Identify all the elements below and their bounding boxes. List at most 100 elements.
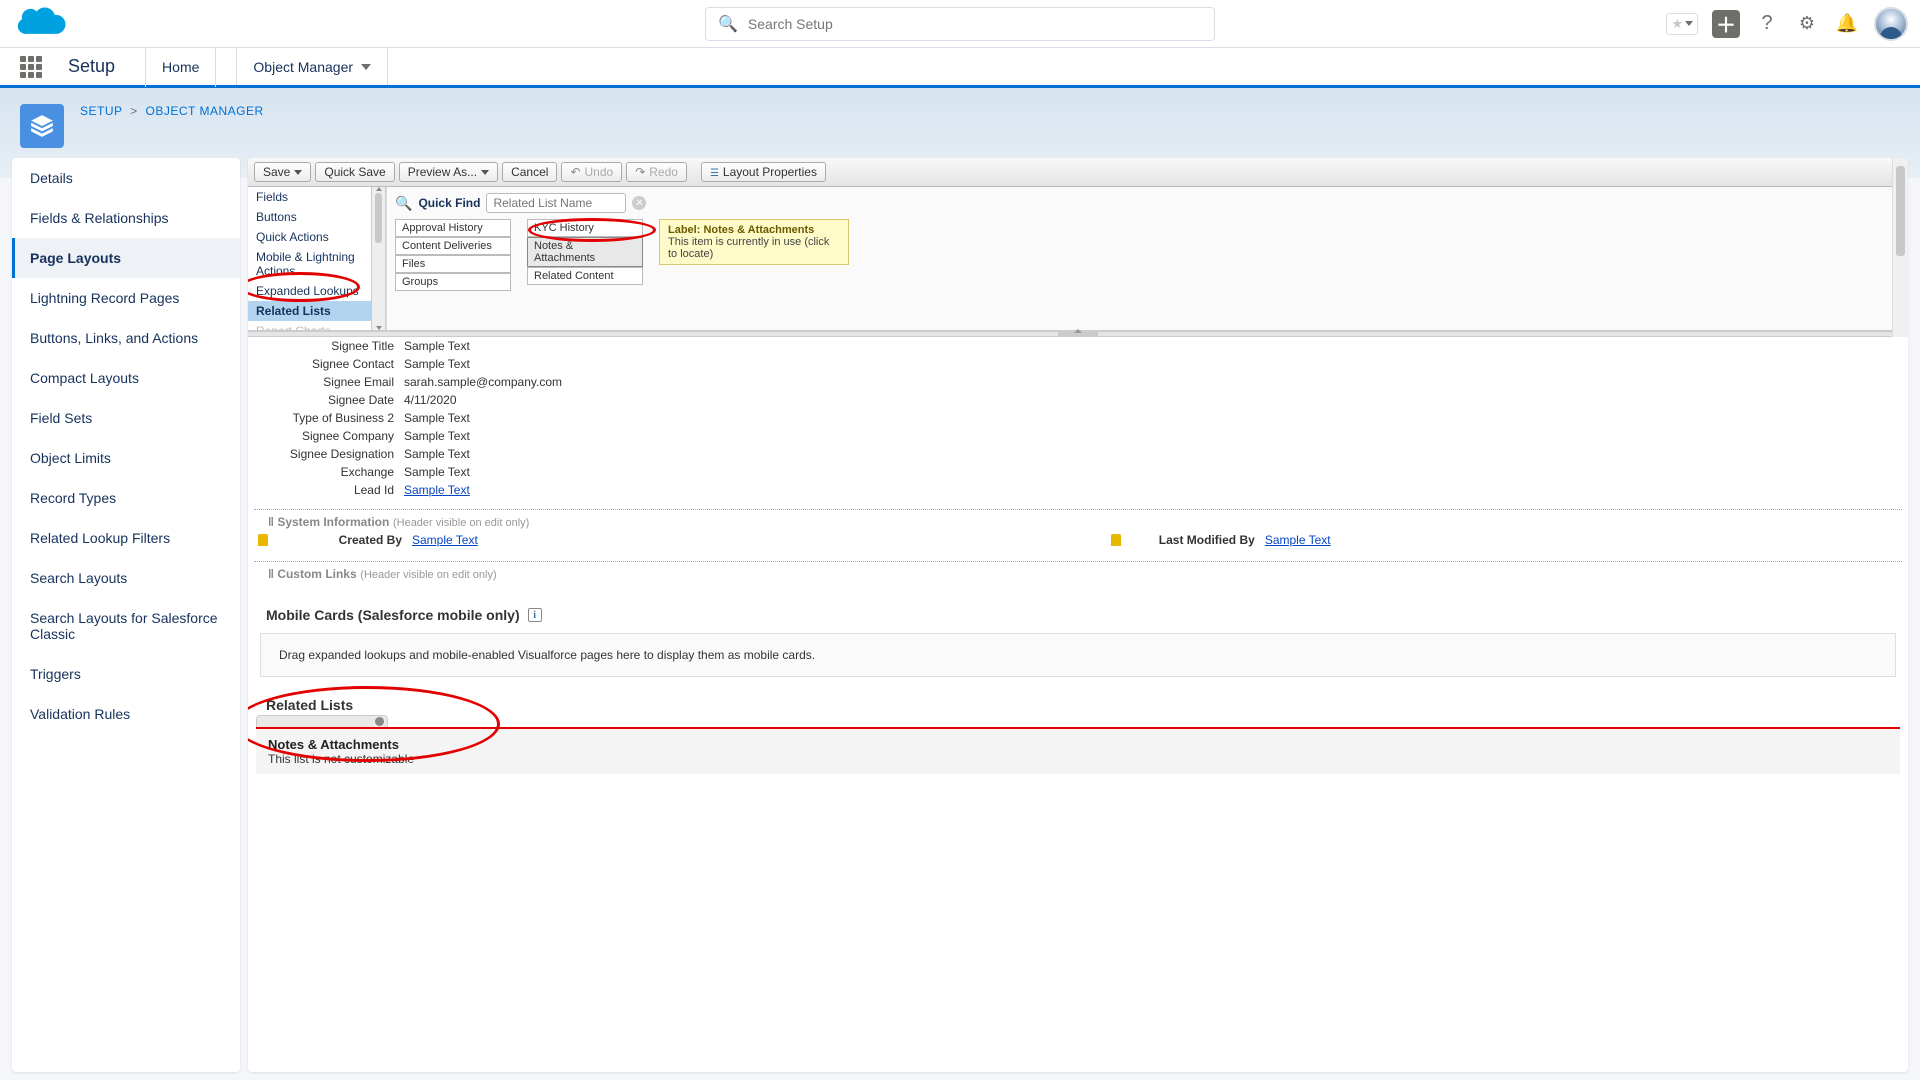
palette-chip-notes-attachments[interactable]: Notes & Attachments <box>527 237 643 267</box>
field-label: Type of Business 2 <box>254 409 394 427</box>
related-list-title: Notes & Attachments <box>268 737 1888 752</box>
palette-category-buttons[interactable]: Buttons <box>248 207 385 227</box>
palette-category-expanded-lookups[interactable]: Expanded Lookups <box>248 281 385 301</box>
header-utility-icons: ★ ＋ ? ⚙ 🔔 <box>1666 7 1908 41</box>
sidebar-item-details[interactable]: Details <box>12 158 240 198</box>
palette-chip-related-content[interactable]: Related Content <box>527 267 643 285</box>
global-search[interactable]: 🔍 <box>705 7 1215 41</box>
global-create-button[interactable]: ＋ <box>1712 10 1740 38</box>
star-icon: ★ <box>1671 16 1683 32</box>
sidebar-item-search-layouts[interactable]: Search Layouts <box>12 558 240 598</box>
sidebar-item-compact-layouts[interactable]: Compact Layouts <box>12 358 240 398</box>
search-input[interactable] <box>748 16 1202 32</box>
sidebar-item-buttons-links-and-actions[interactable]: Buttons, Links, and Actions <box>12 318 240 358</box>
sidebar-item-field-sets[interactable]: Field Sets <box>12 398 240 438</box>
last-modified-by-value[interactable]: Sample Text <box>1265 533 1331 547</box>
properties-icon <box>710 165 719 179</box>
layers-icon <box>29 113 55 139</box>
undo-button[interactable]: Undo <box>561 162 622 182</box>
sidebar-item-related-lookup-filters[interactable]: Related Lookup Filters <box>12 518 240 558</box>
object-icon <box>20 104 64 148</box>
user-avatar[interactable] <box>1874 7 1908 41</box>
palette-category-scrollbar[interactable] <box>371 187 385 330</box>
sidebar-item-validation-rules[interactable]: Validation Rules <box>12 694 240 734</box>
field-value: Sample Text <box>404 445 1902 463</box>
quick-find-input[interactable] <box>486 193 626 213</box>
layout-properties-button[interactable]: Layout Properties <box>701 162 826 182</box>
question-icon: ? <box>1761 12 1772 35</box>
field-value: Sample Text <box>404 355 1902 373</box>
sidebar-item-triggers[interactable]: Triggers <box>12 654 240 694</box>
palette-chip-groups[interactable]: Groups <box>395 273 511 291</box>
palette-category-report-charts[interactable]: Report Charts <box>248 321 385 330</box>
palette-chip-content-deliveries[interactable]: Content Deliveries <box>395 237 511 255</box>
cancel-button[interactable]: Cancel <box>502 162 557 182</box>
lock-icon <box>1111 534 1121 546</box>
global-header: 🔍 ★ ＋ ? ⚙ 🔔 <box>0 0 1920 48</box>
mobile-cards-heading: Mobile Cards (Salesforce mobile only) <box>266 607 520 623</box>
favorites-button[interactable]: ★ <box>1666 13 1698 35</box>
plus-icon: ＋ <box>1716 9 1736 38</box>
sidebar-item-page-layouts[interactable]: Page Layouts <box>12 238 240 278</box>
sidebar-item-record-types[interactable]: Record Types <box>12 478 240 518</box>
bell-icon: 🔔 <box>1836 13 1858 34</box>
sidebar-item-fields-relationships[interactable]: Fields & Relationships <box>12 198 240 238</box>
mobile-cards-dropzone[interactable]: Drag expanded lookups and mobile-enabled… <box>260 633 1896 677</box>
magnifier-icon: 🔍 <box>395 195 412 212</box>
save-button[interactable]: Save <box>254 162 311 182</box>
breadcrumb-object-manager[interactable]: OBJECT MANAGER <box>146 104 264 118</box>
field-label: Signee Date <box>254 391 394 409</box>
tab-object-manager[interactable]: Object Manager <box>236 45 388 85</box>
gear-icon: ⚙ <box>1799 13 1815 34</box>
related-list-tab[interactable] <box>256 715 388 727</box>
tooltip-body[interactable]: This item is currently in use (click to … <box>668 236 840 260</box>
palette-chip-kyc-history[interactable]: KYC History <box>527 219 643 237</box>
app-launcher-icon[interactable] <box>20 56 42 78</box>
chevron-down-icon <box>294 170 302 175</box>
remove-icon[interactable] <box>375 717 384 726</box>
setup-gear-button[interactable]: ⚙ <box>1794 11 1820 37</box>
undo-icon <box>570 165 580 179</box>
info-icon[interactable]: i <box>528 608 542 622</box>
palette-category-mobile-lightning-actions[interactable]: Mobile & Lightning Actions <box>248 247 385 281</box>
field-label: Lead Id <box>254 481 394 499</box>
redo-icon <box>635 165 645 179</box>
chevron-down-icon <box>361 64 371 70</box>
field-label: Signee Email <box>254 373 394 391</box>
sidebar-item-object-limits[interactable]: Object Limits <box>12 438 240 478</box>
palette-category-related-lists[interactable]: Related Lists <box>248 301 385 321</box>
palette-category-fields[interactable]: Fields <box>248 187 385 207</box>
related-lists-heading: Related Lists <box>266 697 1908 713</box>
field-value[interactable]: Sample Text <box>404 481 1902 499</box>
field-label: Signee Title <box>254 337 394 355</box>
palette-categories: FieldsButtonsQuick ActionsMobile & Light… <box>248 187 386 330</box>
field-label: Signee Company <box>254 427 394 445</box>
breadcrumb-setup[interactable]: SETUP <box>80 104 122 118</box>
tab-home[interactable]: Home <box>145 47 216 87</box>
help-button[interactable]: ? <box>1754 11 1780 37</box>
redo-button[interactable]: Redo <box>626 162 687 182</box>
palette-chip-approval-history[interactable]: Approval History <box>395 219 511 237</box>
chevron-down-icon <box>1685 21 1693 26</box>
quick-save-button[interactable]: Quick Save <box>315 162 394 182</box>
object-sidebar: DetailsFields & RelationshipsPage Layout… <box>12 158 240 1072</box>
notifications-button[interactable]: 🔔 <box>1834 11 1860 37</box>
created-by-value[interactable]: Sample Text <box>412 533 478 547</box>
palette-body: 🔍 Quick Find ✕ Approval HistoryContent D… <box>386 187 1908 330</box>
clear-icon[interactable]: ✕ <box>632 196 646 210</box>
field-value: 4/11/2020 <box>404 391 1902 409</box>
sidebar-item-search-layouts-for-salesforce-classic[interactable]: Search Layouts for Salesforce Classic <box>12 598 240 654</box>
palette-category-quick-actions[interactable]: Quick Actions <box>248 227 385 247</box>
preview-as-button[interactable]: Preview As... <box>399 162 498 182</box>
palette-chip-files[interactable]: Files <box>395 255 511 273</box>
chevron-down-icon <box>481 170 489 175</box>
related-list-notes-attachments[interactable]: Notes & Attachments This list is not cus… <box>256 727 1900 774</box>
sidebar-item-lightning-record-pages[interactable]: Lightning Record Pages <box>12 278 240 318</box>
section-custom-links: Custom Links <box>277 567 356 581</box>
section-note: (Header visible on edit only) <box>393 517 529 529</box>
tab-object-manager-label: Object Manager <box>253 59 353 75</box>
field-value: Sample Text <box>404 463 1902 481</box>
salesforce-logo-icon <box>16 6 71 41</box>
layout-editor: Save Quick Save Preview As... Cancel Und… <box>248 158 1908 1072</box>
context-nav-bar: Setup Home Object Manager <box>0 48 1920 88</box>
